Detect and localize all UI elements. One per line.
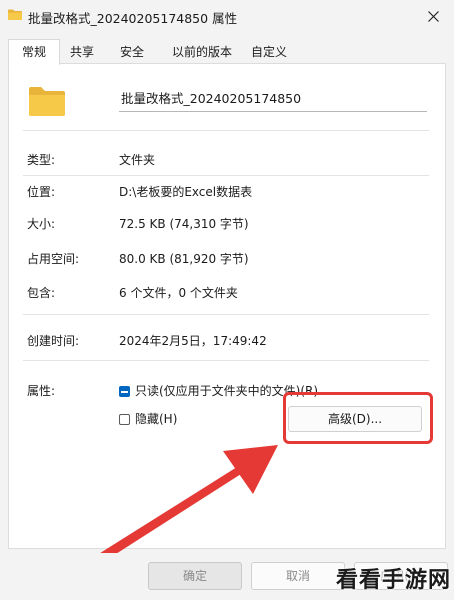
hidden-checkbox[interactable] [119,414,130,425]
separator [23,130,429,131]
ok-button[interactable]: 确定 [148,562,242,590]
title-bar: 批量改格式_20240205174850 属性 [0,0,454,34]
separator [23,175,429,176]
contains-label: 包含: [27,286,56,300]
contains-value: 6 个文件，0 个文件夹 [119,286,238,300]
tab-security[interactable]: 安全 [110,40,154,64]
readonly-label[interactable]: 只读(仅应用于文件夹中的文件)(R) [135,382,318,399]
tab-general[interactable]: 常规 [8,39,60,65]
location-label: 位置: [27,185,56,199]
folder-name-input[interactable] [119,84,427,112]
general-panel: 类型: 文件夹 位置: D:\老板要的Excel数据表 大小: 72.5 KB … [8,63,446,549]
tab-customize[interactable]: 自定义 [244,40,294,64]
cancel-button[interactable]: 取消 [251,562,345,590]
attributes-label: 属性: [27,384,56,398]
hidden-label[interactable]: 隐藏(H) [135,410,177,427]
close-icon [427,10,439,22]
created-value: 2024年2月5日，17:49:42 [119,334,267,348]
advanced-button[interactable]: 高级(D)... [288,406,422,432]
close-button[interactable] [420,4,446,28]
readonly-checkbox[interactable] [119,386,130,397]
size-on-disk-value: 80.0 KB (81,920 字节) [119,252,249,266]
tab-sharing[interactable]: 共享 [60,40,104,64]
folder-icon [29,87,65,116]
folder-icon [8,9,22,20]
size-value: 72.5 KB (74,310 字节) [119,217,249,231]
watermark: 看看手游网 [336,568,452,593]
separator [23,360,429,361]
type-value: 文件夹 [119,153,156,167]
tab-previous-versions[interactable]: 以前的版本 [164,40,240,64]
size-label: 大小: [27,217,56,231]
type-label: 类型: [27,153,56,167]
created-label: 创建时间: [27,334,80,348]
window-title: 批量改格式_20240205174850 属性 [28,11,238,26]
size-on-disk-label: 占用空间: [27,252,80,266]
location-value: D:\老板要的Excel数据表 [119,185,253,199]
separator [23,314,429,315]
